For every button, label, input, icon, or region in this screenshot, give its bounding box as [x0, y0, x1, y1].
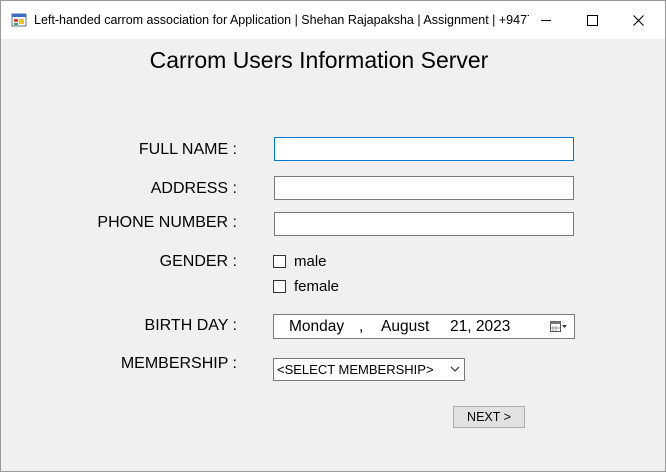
birth-day-label: BIRTH DAY : [144, 317, 237, 334]
calendar-dropdown-icon[interactable] [550, 321, 568, 333]
form-heading: Carrom Users Information Server [149, 47, 489, 73]
date-weekday[interactable]: Monday [289, 318, 344, 336]
address-input[interactable] [274, 176, 574, 200]
close-icon [632, 14, 644, 26]
date-day-year[interactable]: 21, 2023 [450, 318, 510, 336]
app-window: Left-handed carrom association for Appli… [0, 0, 666, 472]
address-label: ADDRESS : [150, 180, 237, 197]
chevron-down-icon[interactable] [450, 364, 460, 374]
membership-label: MEMBERSHIP : [120, 355, 237, 372]
maximize-button[interactable] [569, 1, 615, 39]
phone-number-input[interactable] [274, 212, 574, 236]
female-checkbox[interactable] [273, 280, 286, 293]
membership-select[interactable]: <SELECT MEMBERSHIP> [273, 358, 465, 381]
date-separator: , [359, 318, 364, 335]
minimize-button[interactable] [523, 1, 569, 39]
female-label: female [294, 278, 340, 295]
gender-female-option[interactable]: female [273, 278, 339, 295]
app-form-icon [11, 13, 27, 27]
close-button[interactable] [615, 1, 661, 39]
membership-selected-value: <SELECT MEMBERSHIP> [277, 362, 434, 377]
maximize-icon [586, 14, 598, 26]
full-name-label: FULL NAME : [138, 141, 237, 158]
gender-label: GENDER : [159, 253, 237, 270]
male-checkbox[interactable] [273, 255, 286, 268]
title-bar[interactable]: Left-handed carrom association for Appli… [1, 1, 665, 39]
window-title: Left-handed carrom association for Appli… [34, 13, 529, 27]
phone-number-label: PHONE NUMBER : [97, 214, 237, 231]
gender-male-option[interactable]: male [273, 253, 327, 270]
date-month[interactable]: August [381, 318, 429, 336]
male-label: male [294, 253, 327, 270]
next-button[interactable]: NEXT > [453, 406, 525, 428]
full-name-input[interactable] [274, 137, 574, 161]
minimize-icon [541, 20, 551, 21]
birth-day-picker[interactable]: Monday , August 21, 2023 [273, 314, 575, 339]
